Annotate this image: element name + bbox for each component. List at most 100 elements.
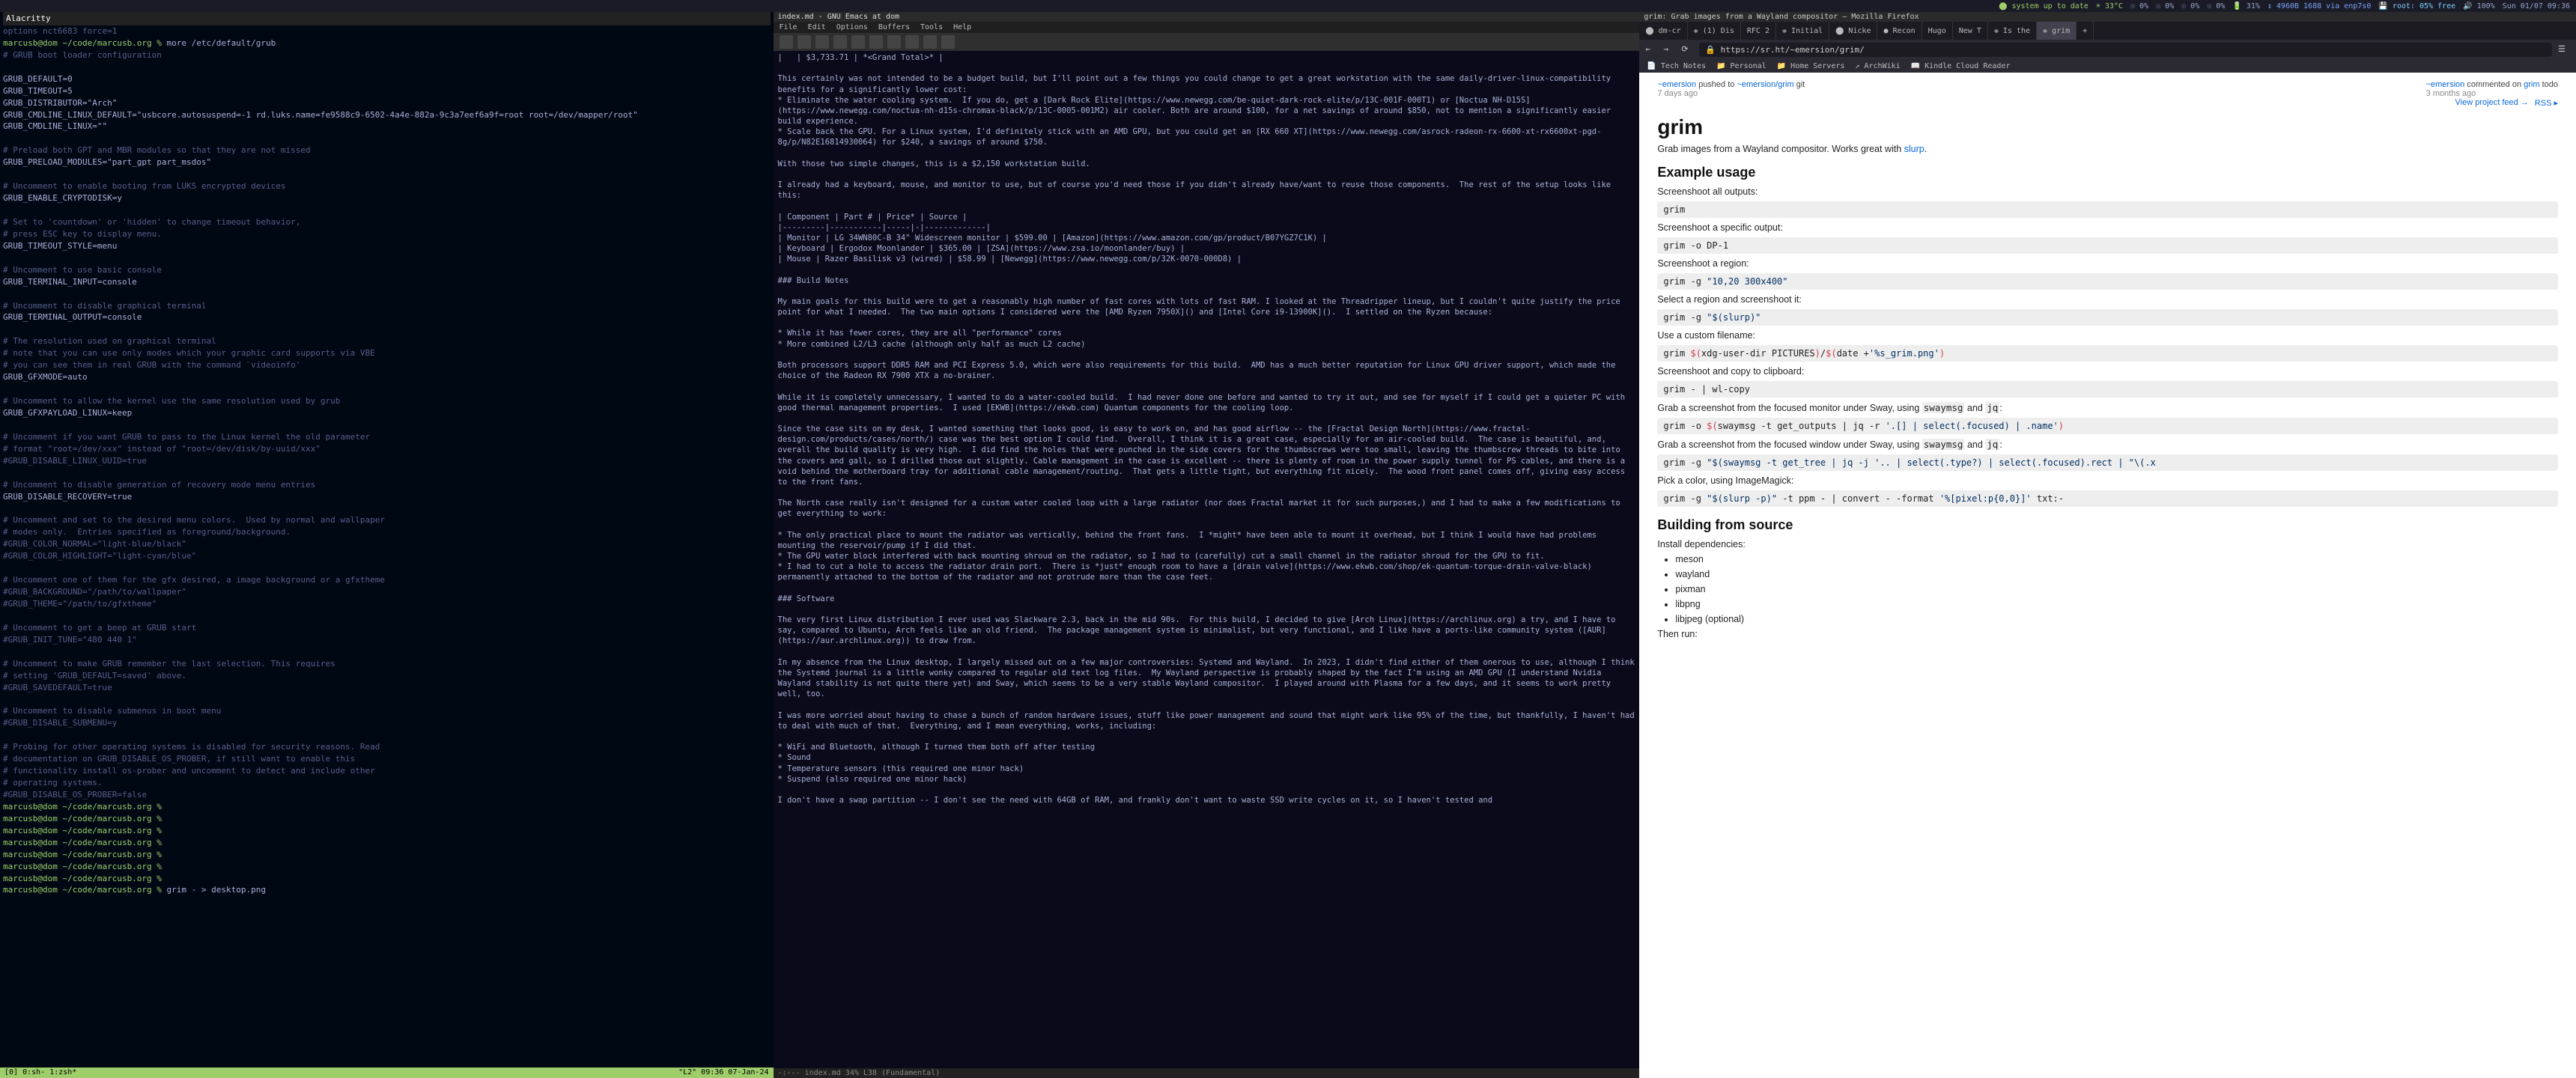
- bookmarks-bar[interactable]: 📄 Tech Notes 📁 Personal 📁 Home Servers ↗ Ar…: [1639, 60, 2576, 73]
- cpu3: ☉ 0%: [2207, 2, 2225, 10]
- example-p6: Screenshoot and copy to clipboard:: [1657, 366, 2558, 377]
- menu-button[interactable]: ☰: [2558, 44, 2570, 56]
- example-p2: Screenshoot a specific output:: [1657, 222, 2558, 233]
- cut-icon[interactable]: [887, 35, 901, 49]
- tmux-status-right: "L2" 09:36 07-Jan-24: [678, 1068, 768, 1078]
- code-block-6[interactable]: grim - | wl-copy: [1657, 381, 2558, 398]
- url-text[interactable]: https://sr.ht/~emersion/grim/: [1721, 45, 1865, 55]
- page-content[interactable]: ~emersion pushed to ~emersion/grim git 7…: [1639, 73, 2576, 1078]
- code-block-7[interactable]: grim -o $(swaymsg -t get_outputs | jq -r…: [1657, 418, 2558, 434]
- browser-tab[interactable]: ⬤ dm-cr: [1639, 22, 1687, 40]
- activity-user-right[interactable]: ~emersion: [2426, 80, 2465, 89]
- activity-link-right[interactable]: grim: [2524, 80, 2539, 89]
- dep-item: libjpeg (optional): [1675, 614, 2558, 624]
- browser-tab[interactable]: ⬤ Nicke: [1829, 22, 1877, 40]
- emacs-modeline: -:--- index.md 34% L38 (Fundamental): [774, 1068, 1640, 1078]
- code-block-3[interactable]: grim -g "10,20 300x400": [1657, 273, 2558, 290]
- example-p3: Screenshoot a region:: [1657, 258, 2558, 269]
- emacs-menu-item[interactable]: Help: [953, 23, 971, 31]
- disk: 💾 root: 05% free: [2378, 2, 2455, 10]
- emacs-menu-item[interactable]: Tools: [920, 23, 943, 31]
- building-heading: Building from source: [1657, 517, 2558, 533]
- temperature: ☀ 33°C: [2096, 2, 2123, 10]
- emacs-menu-item[interactable]: Options: [836, 23, 868, 31]
- top-status-bar: ⬤ system up to date ☀ 33°C ☉ 0% ☉ 0% ☉ 0…: [1993, 0, 2576, 12]
- paste-icon[interactable]: [923, 35, 937, 49]
- terminal-window[interactable]: Alacritty options nct6683 force=1 marcus…: [0, 12, 774, 1078]
- bookmark-item[interactable]: 📁 Home Servers: [1777, 62, 1845, 70]
- browser-tab[interactable]: RFC 2: [1741, 22, 1776, 40]
- emacs-buffer[interactable]: | | $3,733.71 | *<Grand Total>* | This c…: [774, 51, 1640, 1068]
- activity-time-right: 3 months ago: [2426, 89, 2558, 98]
- new-tab-button[interactable]: +: [2077, 22, 2094, 40]
- cpu0: ☉ 0%: [2130, 2, 2148, 10]
- page-description: Grab images from a Wayland compositor. W…: [1657, 144, 2558, 154]
- copy-icon[interactable]: [905, 35, 919, 49]
- reload-button[interactable]: ⟳: [1681, 44, 1693, 56]
- bookmark-item[interactable]: ↗ ArchWiki: [1855, 62, 1900, 70]
- emacs-menu-item[interactable]: Buffers: [878, 23, 910, 31]
- browser-tab[interactable]: ● Recon: [1877, 22, 1922, 40]
- install-deps-text: Install dependencies:: [1657, 539, 2558, 549]
- slurp-link[interactable]: slurp: [1904, 144, 1925, 154]
- firefox-navbar[interactable]: ← → ⟳ 🔒 https://sr.ht/~emersion/grim/ ☰: [1639, 40, 2576, 60]
- code-block-9[interactable]: grim -g "$(slurp -p)" -t ppm - | convert…: [1657, 490, 2558, 507]
- emacs-toolbar[interactable]: [774, 33, 1640, 51]
- code-block-4[interactable]: grim -g "$(slurp)": [1657, 309, 2558, 326]
- browser-tab[interactable]: New T: [1953, 22, 1988, 40]
- deps-list: mesonwaylandpixmanlibpnglibjpeg (optiona…: [1657, 554, 2558, 624]
- open-file-icon[interactable]: [798, 35, 811, 49]
- undo-icon[interactable]: [869, 35, 883, 49]
- firefox-tabstrip[interactable]: ⬤ dm-cr❋ (1) DisRFC 2❋ Initial⬤ Nicke● R…: [1639, 22, 2576, 40]
- terminal-title: Alacritty: [3, 12, 771, 25]
- emacs-window[interactable]: index.md - GNU Emacs at dom FileEditOpti…: [774, 12, 1640, 1078]
- example-p7: Grab a screenshot from the focused monit…: [1657, 402, 2558, 413]
- tmux-status-left: [0] 0:sh- 1:zsh*: [4, 1068, 76, 1078]
- activity-user[interactable]: ~emersion: [1657, 80, 1696, 89]
- browser-tab[interactable]: ❋ Initial: [1776, 22, 1829, 40]
- firefox-titlebar: grim: Grab images from a Wayland composi…: [1639, 12, 2576, 22]
- firefox-window[interactable]: grim: Grab images from a Wayland composi…: [1639, 12, 2576, 1078]
- dep-item: libpng: [1675, 599, 2558, 609]
- system-status: ⬤ system up to date: [1999, 2, 2089, 10]
- emacs-menubar[interactable]: File Edit Options Buffers Tools Help: [774, 22, 1640, 33]
- emacs-menu-item[interactable]: File: [780, 23, 798, 31]
- activity-repo[interactable]: ~emersion/grim: [1737, 80, 1793, 89]
- feed-links: View project feed → RSS ▸: [1657, 98, 2558, 108]
- search-icon[interactable]: [941, 35, 955, 49]
- dep-item: pixman: [1675, 584, 2558, 594]
- example-p4: Select a region and screenshoot it:: [1657, 294, 2558, 305]
- new-file-icon[interactable]: [780, 35, 793, 49]
- battery: 🔋 31%: [2232, 2, 2260, 10]
- code-block-8[interactable]: grim -g "$(swaymsg -t get_tree | jq -j '…: [1657, 454, 2558, 471]
- back-button[interactable]: ←: [1645, 44, 1657, 56]
- close-icon[interactable]: [833, 35, 847, 49]
- code-block-5[interactable]: grim $(xdg-user-dir PICTURES)/$(date +'%…: [1657, 345, 2558, 362]
- example-usage-heading: Example usage: [1657, 165, 2558, 180]
- view-feed-link[interactable]: View project feed →: [2455, 98, 2529, 108]
- browser-tab[interactable]: ❋ Is the: [1988, 22, 2037, 40]
- forward-button[interactable]: →: [1663, 44, 1675, 56]
- emacs-menu-item[interactable]: Edit: [808, 23, 826, 31]
- url-bar[interactable]: 🔒 https://sr.ht/~emersion/grim/: [1699, 43, 2552, 57]
- browser-tab[interactable]: ❋ (1) Dis: [1688, 22, 1741, 40]
- bookmark-item[interactable]: 📁 Personal: [1716, 62, 1767, 70]
- terminal-content[interactable]: options nct6683 force=1 marcusb@dom ~/co…: [3, 25, 771, 896]
- bookmark-item[interactable]: 📖 Kindle Cloud Reader: [1911, 62, 2011, 70]
- browser-tab[interactable]: Hugo: [1922, 22, 1953, 40]
- buffer-text[interactable]: | | $3,733.71 | *<Grand Total>* | This c…: [778, 52, 1635, 806]
- browser-tab[interactable]: ❋ grim: [2037, 22, 2077, 40]
- bookmark-item[interactable]: 📄 Tech Notes: [1647, 62, 1706, 70]
- activity-row: ~emersion pushed to ~emersion/grim git 7…: [1657, 80, 2558, 98]
- save-icon[interactable]: [851, 35, 865, 49]
- cpu1: ☉ 0%: [2156, 2, 2174, 10]
- dep-item: meson: [1675, 554, 2558, 564]
- folder-icon[interactable]: [815, 35, 829, 49]
- rss-link[interactable]: RSS ▸: [2535, 98, 2558, 108]
- code-block-1[interactable]: grim: [1657, 201, 2558, 218]
- example-p1: Screenshoot all outputs:: [1657, 186, 2558, 197]
- lock-icon: 🔒: [1705, 45, 1720, 55]
- datetime: Sun 01/07 09:36: [2503, 2, 2570, 10]
- code-block-2[interactable]: grim -o DP-1: [1657, 237, 2558, 254]
- example-p9: Pick a color, using ImageMagick:: [1657, 475, 2558, 486]
